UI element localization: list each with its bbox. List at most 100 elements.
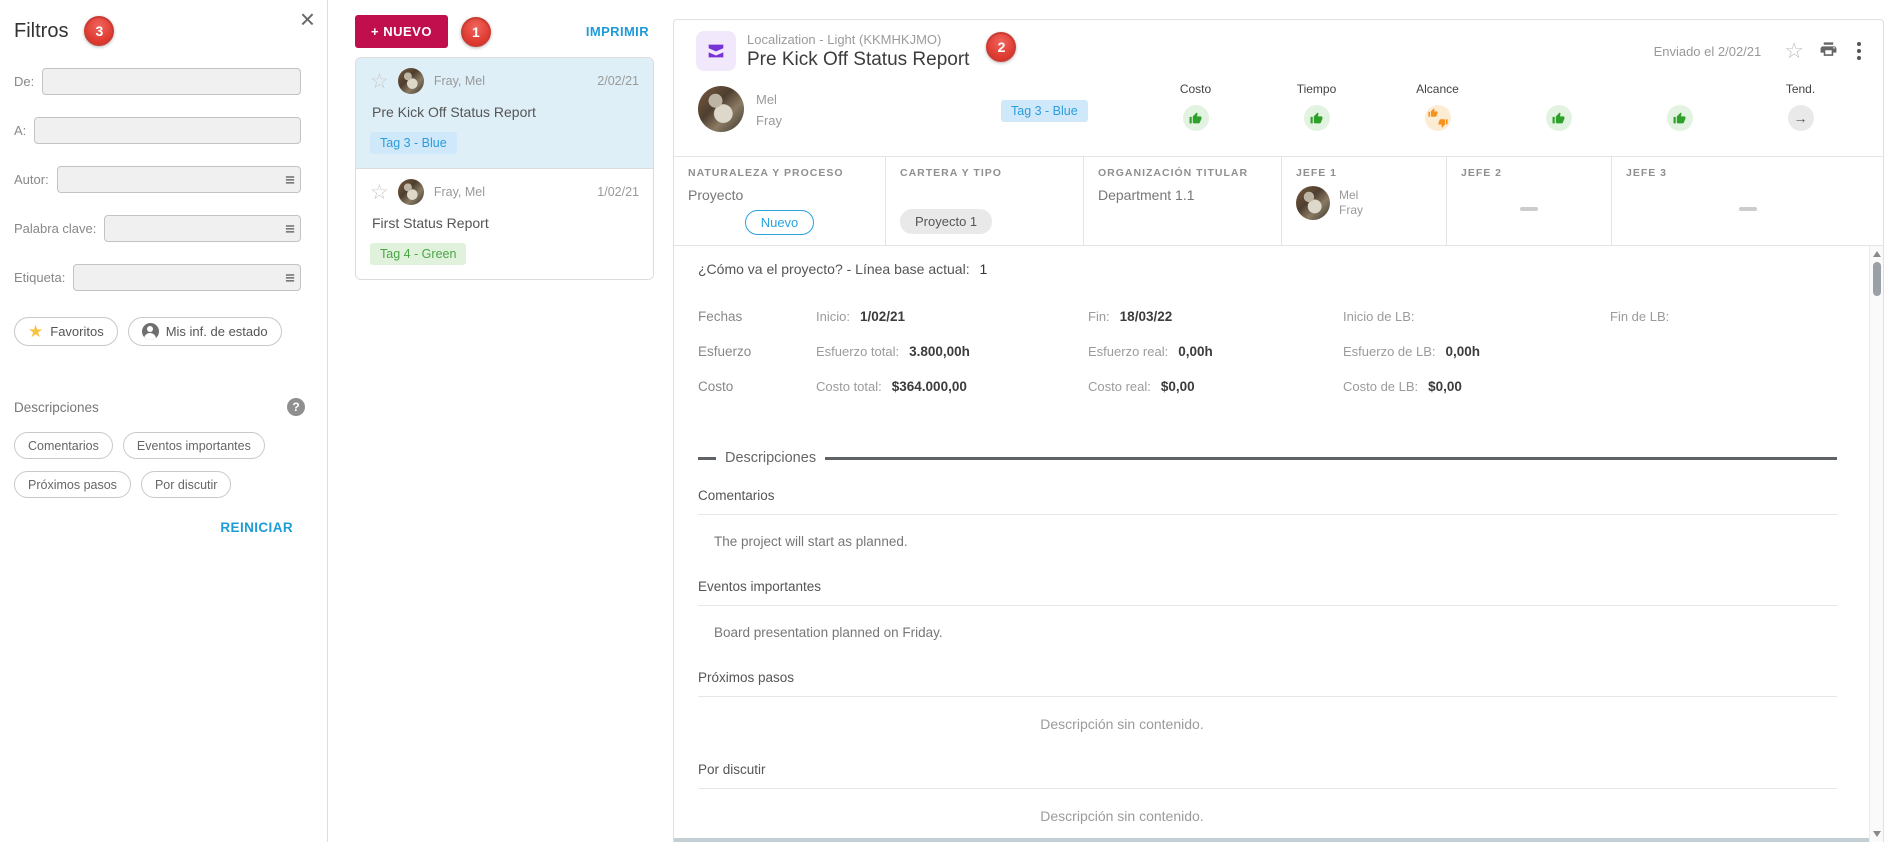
section-content-empty: Descripción sin contenido. (698, 789, 1546, 842)
new-report-button[interactable]: + NUEVO (355, 15, 448, 48)
meta-col-naturaleza: NATURALEZA Y PROCESO Proyecto Nuevo (674, 157, 885, 245)
thumb-up-icon (1546, 105, 1572, 131)
description-section-proximos: Próximos pasos Descripción sin contenido… (698, 661, 1837, 753)
star-icon: ★ (28, 323, 43, 340)
metric-row-costo: Costo Costo total:$364.000,00 Costo real… (698, 369, 1837, 404)
kpi-tiempo: Tiempo (1256, 82, 1377, 131)
kpi-extra-2 (1619, 82, 1740, 131)
kpi-costo: Costo (1135, 82, 1256, 131)
filters-panel: × Filtros 3 De: A: Autor: ≡ Palabra clav… (0, 0, 328, 842)
filters-title: Filtros (14, 20, 68, 43)
section-content: The project will start as planned. (698, 515, 1837, 570)
description-chip-comentarios[interactable]: Comentarios (14, 432, 113, 459)
section-title: Próximos pasos (698, 661, 1837, 697)
date-from-input[interactable] (42, 68, 301, 95)
avatar (698, 86, 744, 132)
report-author: Fray, Mel (434, 185, 485, 199)
my-status-reports-filter-label: Mis inf. de estado (166, 324, 268, 339)
tag-input[interactable] (73, 264, 301, 291)
report-item-title: Pre Kick Off Status Report (372, 104, 639, 120)
meta-col-jefe-1: JEFE 1 Mel Fray (1281, 157, 1446, 245)
author-last-name: Fray (756, 110, 782, 131)
jefe-last-name: Fray (1339, 203, 1363, 217)
scroll-down-icon[interactable] (1873, 831, 1881, 837)
menu-icon[interactable]: ≡ (285, 171, 295, 188)
favorites-filter-label: Favoritos (50, 324, 103, 339)
person-icon (142, 323, 159, 340)
report-date: 1/02/21 (597, 185, 639, 199)
thumb-up-icon (1304, 105, 1330, 131)
tag-badge: Tag 4 - Green (370, 243, 466, 265)
meta-col-jefe-2: JEFE 2 (1446, 157, 1611, 245)
meta-value: Department 1.1 (1098, 187, 1267, 203)
kpi-extra-1 (1498, 82, 1619, 131)
descriptions-divider-label: Descripciones (725, 450, 816, 466)
close-icon[interactable]: × (300, 6, 315, 32)
meta-col-cartera: CARTERA Y TIPO Proyecto 1 (885, 157, 1083, 245)
report-detail-panel: Localization - Light (KKMHKJMO) Pre Kick… (673, 19, 1884, 842)
section-title: Por discutir (698, 753, 1837, 789)
meta-header: CARTERA Y TIPO (900, 167, 1069, 179)
empty-dash-icon (1520, 207, 1538, 211)
print-icon[interactable] (1819, 40, 1838, 62)
author-input[interactable] (57, 166, 301, 193)
author-label: Autor: (14, 172, 49, 187)
favorite-star-icon[interactable]: ☆ (370, 71, 389, 92)
meta-header: JEFE 3 (1626, 167, 1869, 179)
avatar (1296, 186, 1330, 220)
report-title: Pre Kick Off Status Report (747, 49, 969, 71)
meta-col-jefe-3: JEFE 3 (1611, 157, 1883, 245)
favorites-filter-button[interactable]: ★ Favoritos (14, 317, 118, 346)
description-chip-eventos[interactable]: Eventos importantes (123, 432, 265, 459)
trend-arrow-icon: → (1788, 105, 1814, 131)
date-to-input[interactable] (34, 117, 301, 144)
descriptions-filter-label: Descripciones (14, 400, 99, 415)
description-section-eventos: Eventos importantes Board presentation p… (698, 570, 1837, 661)
kpi-costo-label: Costo (1180, 82, 1211, 98)
kebab-menu-icon[interactable] (1853, 40, 1865, 62)
kpi-alcance: Alcance (1377, 82, 1498, 131)
print-link[interactable]: IMPRIMIR (586, 24, 649, 39)
thumb-up-icon (1183, 105, 1209, 131)
filter-field-tag: Etiqueta: ≡ (14, 264, 301, 291)
baseline-value: 1 (979, 261, 987, 277)
report-item-title: First Status Report (372, 215, 639, 231)
scroll-up-icon[interactable] (1873, 251, 1881, 257)
report-author: Fray, Mel (434, 74, 485, 88)
report-list-item[interactable]: ☆ Fray, Mel 1/02/21 First Status Report … (356, 168, 653, 279)
status-question-label: ¿Cómo va el proyecto? - Línea base actua… (698, 261, 970, 277)
meta-header: JEFE 2 (1461, 167, 1597, 179)
filter-field-date-from: De: (14, 68, 301, 95)
section-title: Eventos importantes (698, 570, 1837, 606)
menu-icon[interactable]: ≡ (285, 220, 295, 237)
scrollbar-thumb[interactable] (1873, 262, 1881, 296)
description-chip-proximos[interactable]: Próximos pasos (14, 471, 131, 498)
annotation-badge-3: 3 (84, 16, 114, 46)
date-from-label: De: (14, 74, 34, 89)
vertical-scrollbar[interactable] (1869, 246, 1883, 842)
tag-badge: Tag 3 - Blue (370, 132, 457, 154)
description-section-comentarios: Comentarios The project will start as pl… (698, 479, 1837, 570)
meta-header: JEFE 1 (1296, 167, 1432, 179)
help-icon[interactable]: ? (287, 398, 305, 416)
horizontal-scrollbar[interactable] (674, 838, 1869, 842)
keyword-label: Palabra clave: (14, 221, 96, 236)
report-list-item[interactable]: ☆ Fray, Mel 2/02/21 Pre Kick Off Status … (356, 58, 653, 168)
menu-icon[interactable]: ≡ (285, 269, 295, 286)
sent-date-label: Enviado el 2/02/21 (1654, 44, 1762, 59)
kpi-alcance-label: Alcance (1416, 82, 1459, 98)
favorite-star-icon[interactable]: ☆ (1784, 40, 1804, 62)
reset-filters-link[interactable]: REINICIAR (0, 520, 293, 535)
favorite-star-icon[interactable]: ☆ (370, 182, 389, 203)
author-first-name: Mel (756, 89, 782, 110)
kpi-tendencia: Tend. → (1740, 82, 1861, 131)
avatar (398, 68, 424, 94)
section-content-empty: Descripción sin contenido. (698, 697, 1546, 753)
description-chip-discutir[interactable]: Por discutir (141, 471, 232, 498)
report-body: ¿Cómo va el proyecto? - Línea base actua… (674, 246, 1883, 842)
keyword-input[interactable] (104, 215, 301, 242)
date-to-label: A: (14, 123, 26, 138)
tag-label: Etiqueta: (14, 270, 65, 285)
meta-value: Proyecto (688, 187, 871, 203)
my-status-reports-filter-button[interactable]: Mis inf. de estado (128, 317, 282, 346)
